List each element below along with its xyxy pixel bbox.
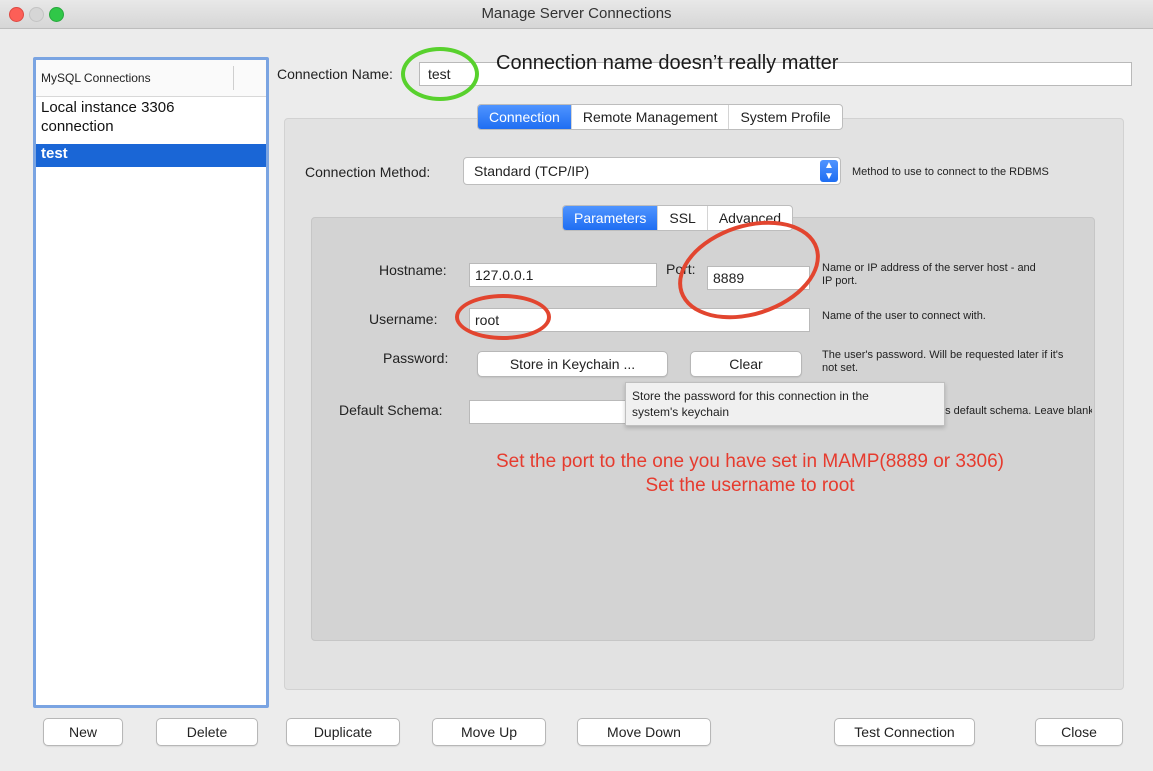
tab-parameters[interactable]: Parameters xyxy=(563,206,658,230)
select-updown-icon: ▲ ▼ xyxy=(820,160,838,182)
connection-method-label: Connection Method: xyxy=(305,164,431,180)
default-schema-help: as default schema. Leave blank xyxy=(939,405,1092,417)
delete-button[interactable]: Delete xyxy=(156,718,258,746)
connections-list[interactable]: MySQL Connections Local instance 3306 co… xyxy=(33,57,269,708)
keychain-tooltip: Store the password for this connection i… xyxy=(625,382,945,426)
tab-remote-management[interactable]: Remote Management xyxy=(570,105,729,129)
test-connection-button[interactable]: Test Connection xyxy=(834,718,975,746)
password-help: The user's password. Will be requested l… xyxy=(822,349,1064,374)
move-up-button[interactable]: Move Up xyxy=(432,718,546,746)
hostname-field[interactable]: 127.0.0.1 xyxy=(469,263,657,287)
connections-list-header: MySQL Connections xyxy=(36,60,266,97)
connection-method-value: Standard (TCP/IP) xyxy=(474,163,590,179)
annotation-username-note: Set the username to root xyxy=(645,475,855,496)
new-button[interactable]: New xyxy=(43,718,123,746)
annotation-username-circle xyxy=(455,294,551,340)
main-tabs: Connection Remote Management System Prof… xyxy=(477,104,843,130)
window-title: Manage Server Connections xyxy=(481,5,672,22)
connection-item-label: Local instance 3306 connection xyxy=(41,99,175,135)
header-separator xyxy=(233,66,234,90)
default-schema-label: Default Schema: xyxy=(339,402,443,418)
clear-password-button[interactable]: Clear xyxy=(690,351,802,377)
connection-method-select[interactable]: Standard (TCP/IP) ▲ ▼ xyxy=(463,157,841,185)
password-label: Password: xyxy=(383,350,449,366)
connections-list-header-label: MySQL Connections xyxy=(41,71,151,85)
keychain-tooltip-text: Store the password for this connection i… xyxy=(632,389,869,419)
connection-item-label: test xyxy=(41,145,68,162)
duplicate-button[interactable]: Duplicate xyxy=(286,718,400,746)
hostname-help: Name or IP address of the server host - … xyxy=(822,262,1036,287)
connection-item-local-instance[interactable]: Local instance 3306 connection xyxy=(36,98,266,140)
username-help: Name of the user to connect with. xyxy=(822,310,986,322)
username-label: Username: xyxy=(369,311,438,327)
connection-item-test[interactable]: test xyxy=(36,144,266,167)
tab-connection[interactable]: Connection xyxy=(478,105,571,129)
move-down-button[interactable]: Move Down xyxy=(577,718,711,746)
hostname-label: Hostname: xyxy=(379,262,447,278)
store-in-keychain-button[interactable]: Store in Keychain ... xyxy=(477,351,668,377)
tab-ssl[interactable]: SSL xyxy=(657,206,706,230)
hostname-value: 127.0.0.1 xyxy=(475,267,534,283)
connection-name-label: Connection Name: xyxy=(277,66,393,82)
annotation-green-circle xyxy=(401,47,479,101)
annotation-connection-name-note: Connection name doesn’t really matter xyxy=(496,52,839,74)
annotation-port-note: Set the port to the one you have set in … xyxy=(495,451,1005,472)
close-button[interactable]: Close xyxy=(1035,718,1123,746)
connection-method-help: Method to use to connect to the RDBMS xyxy=(852,166,1049,178)
tab-system-profile[interactable]: System Profile xyxy=(728,105,841,129)
